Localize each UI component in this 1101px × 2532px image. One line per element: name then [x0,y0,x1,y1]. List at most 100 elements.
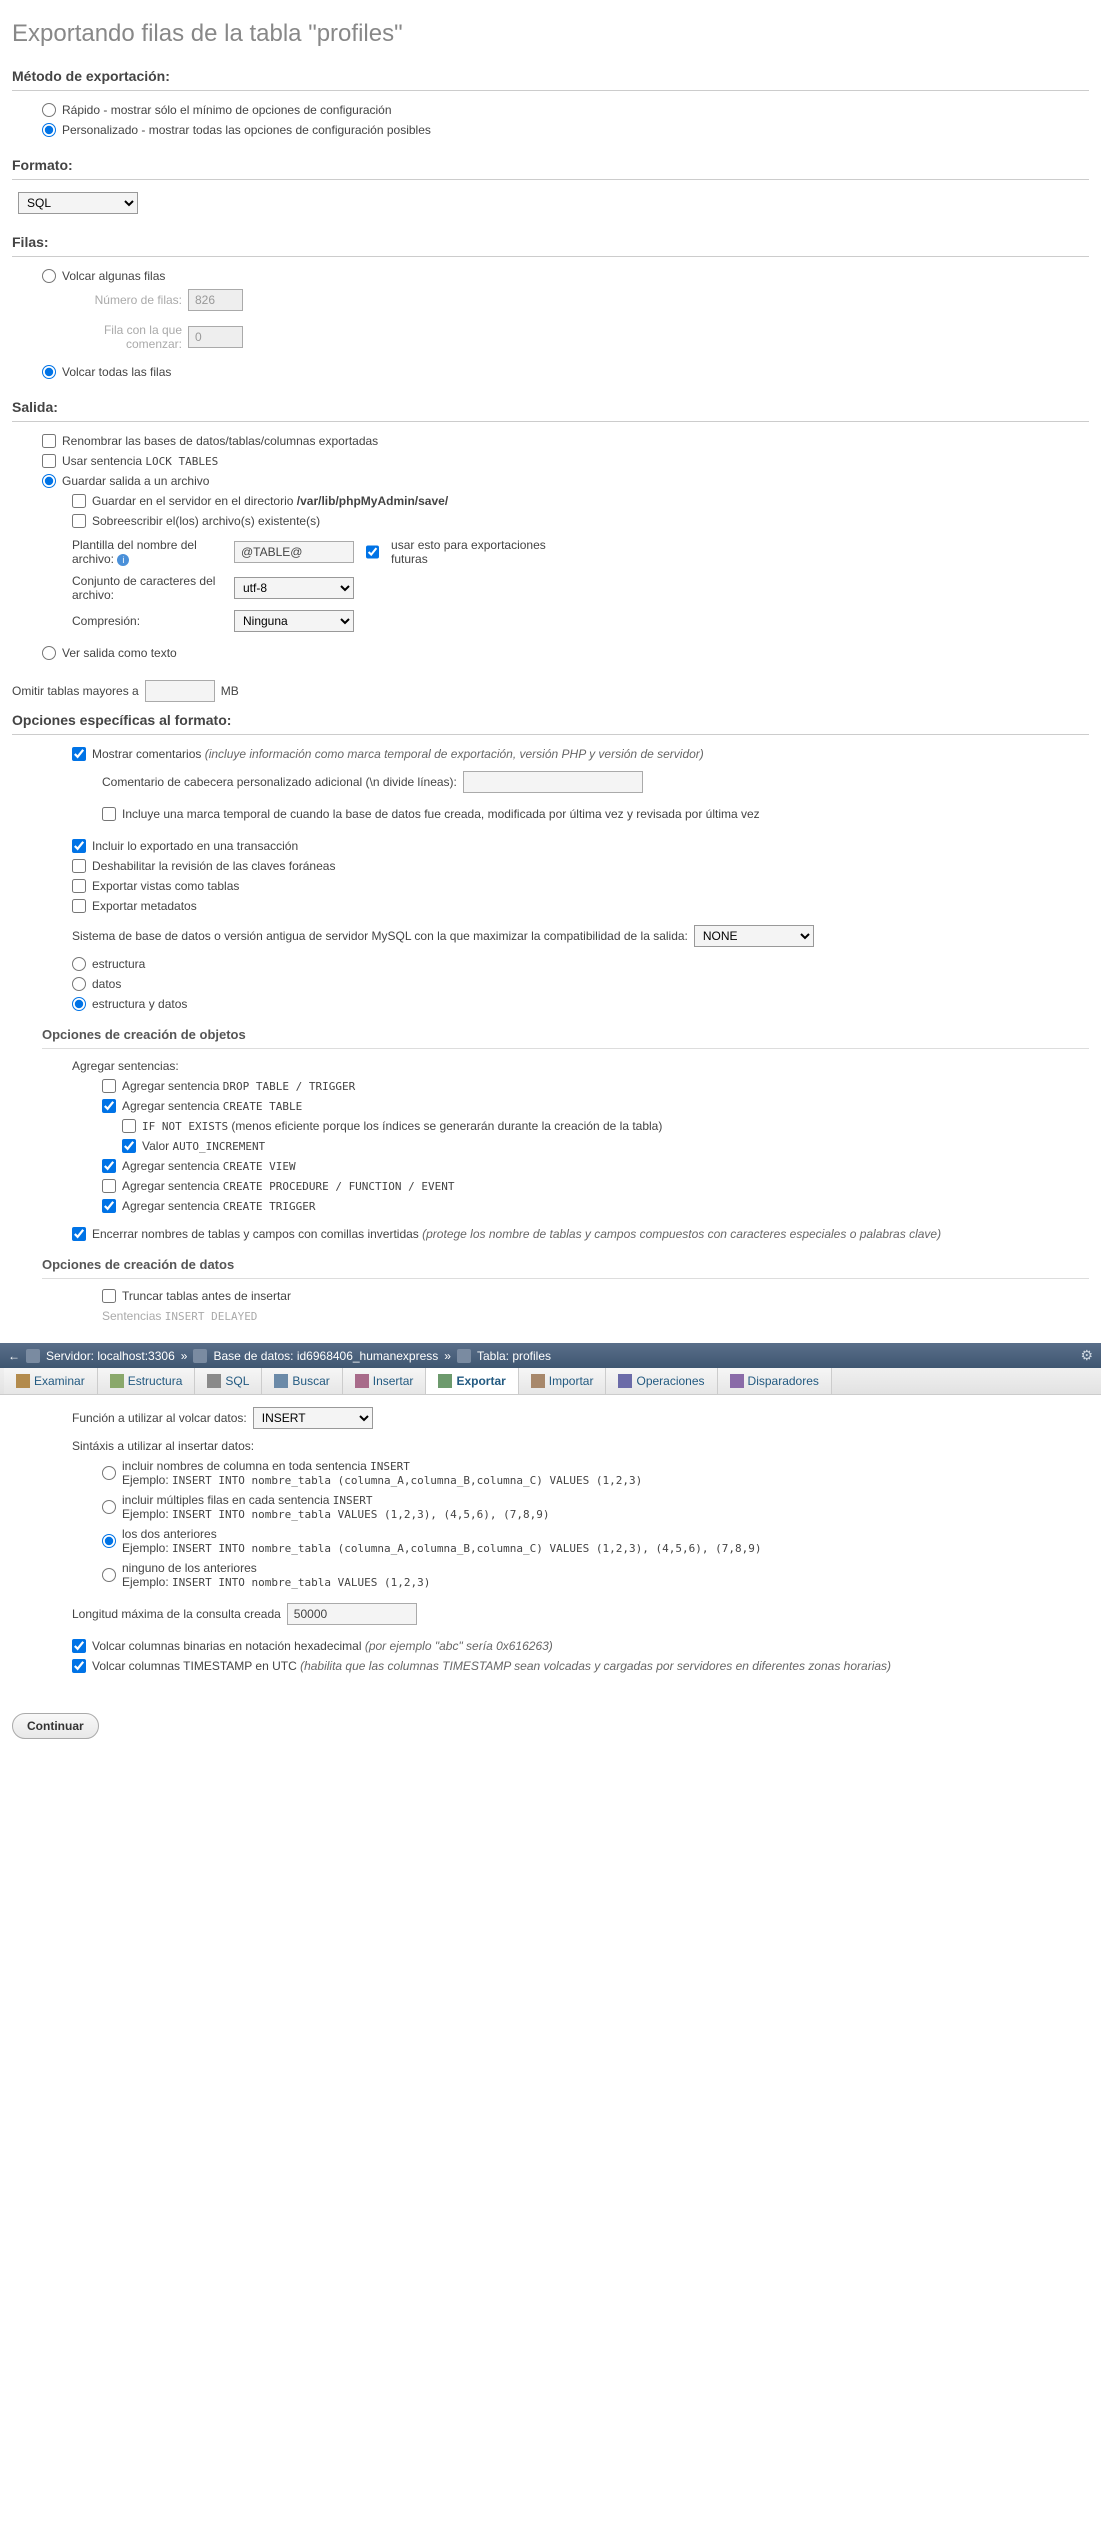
oc-ifne-checkbox[interactable] [122,1119,136,1133]
output-charset-select[interactable]: utf-8 [234,577,354,599]
output-template-input[interactable] [234,541,354,563]
output-usefuture-checkbox[interactable] [366,545,379,559]
tab-insert[interactable]: Insertar [343,1368,427,1394]
output-charset-label: Conjunto de caracteres del archivo: [72,574,222,602]
do-opt4-example: Ejemplo: INSERT INTO nombre_tabla VALUES… [122,1575,430,1589]
fo-timestamp-label: Incluye una marca temporal de cuando la … [122,807,760,821]
fo-struct-radio[interactable] [72,957,86,971]
fo-compat-select[interactable]: NONE [694,925,814,947]
tab-export[interactable]: Exportar [426,1368,518,1394]
do-opt1-label: incluir nombres de columna en toda sente… [122,1459,642,1473]
method-quick-radio[interactable] [42,103,56,117]
output-header: Salida: [12,399,1089,422]
fo-both-label: estructura y datos [92,997,187,1011]
do-opt1-radio[interactable] [102,1466,116,1480]
output-file-radio[interactable] [42,474,56,488]
oc-view-label: Agregar sentencia CREATE VIEW [122,1159,296,1173]
breadcrumb: ← Servidor: localhost:3306 » Base de dat… [0,1343,1101,1368]
do-opt2-radio[interactable] [102,1500,116,1514]
oc-view-checkbox[interactable] [102,1159,116,1173]
rows-num-input[interactable] [188,289,243,311]
oc-autoinc-checkbox[interactable] [122,1139,136,1153]
tab-sql[interactable]: SQL [195,1368,262,1394]
skip-tables-unit: MB [221,684,239,698]
output-text-radio[interactable] [42,646,56,660]
output-lock-checkbox[interactable] [42,454,56,468]
do-maxlen-label: Longitud máxima de la consulta creada [72,1607,281,1621]
do-tsutc-checkbox[interactable] [72,1659,86,1673]
fo-comments-checkbox[interactable] [72,747,86,761]
fo-metadata-label: Exportar metadatos [92,899,197,913]
fo-comments-label: Mostrar comentarios (incluye información… [92,747,704,761]
fo-metadata-checkbox[interactable] [72,899,86,913]
oc-backquote-checkbox[interactable] [72,1227,86,1241]
output-compression-label: Compresión: [72,614,222,628]
oc-addstmt-label: Agregar sentencias: [72,1059,179,1073]
structure-icon [110,1374,124,1388]
output-rename-checkbox[interactable] [42,434,56,448]
fo-struct-label: estructura [92,957,145,971]
tab-browse[interactable]: Examinar [4,1368,98,1394]
tab-structure[interactable]: Estructura [98,1368,196,1394]
rows-start-input[interactable] [188,326,243,348]
dc-truncate-checkbox[interactable] [102,1289,116,1303]
fo-views-checkbox[interactable] [72,879,86,893]
fo-headercomment-input[interactable] [463,771,643,793]
info-icon[interactable]: i [117,554,129,566]
output-compression-select[interactable]: Ninguna [234,610,354,632]
fo-fk-checkbox[interactable] [72,859,86,873]
tab-operations[interactable]: Operaciones [606,1368,717,1394]
output-savedir-checkbox[interactable] [72,494,86,508]
oc-create-checkbox[interactable] [102,1099,116,1113]
fo-transaction-checkbox[interactable] [72,839,86,853]
breadcrumb-table[interactable]: Tabla: profiles [477,1349,551,1363]
breadcrumb-db[interactable]: Base de datos: id6968406_humanexpress [213,1349,438,1363]
formatopts-header: Opciones específicas al formato: [12,712,1089,735]
output-overwrite-checkbox[interactable] [72,514,86,528]
insert-icon [355,1374,369,1388]
tab-import[interactable]: Importar [519,1368,607,1394]
rows-header: Filas: [12,234,1089,257]
output-text-label: Ver salida como texto [62,646,177,660]
do-binhex-label: Volcar columnas binarias en notación hex… [92,1639,553,1653]
do-opt3-radio[interactable] [102,1534,116,1548]
rows-some-radio[interactable] [42,269,56,283]
fo-compat-label: Sistema de base de datos o versión antig… [72,929,688,943]
gear-icon[interactable]: ⚙ [1080,1347,1093,1364]
fo-both-radio[interactable] [72,997,86,1011]
do-opt2-label: incluir múltiples filas en cada sentenci… [122,1493,550,1507]
fo-data-radio[interactable] [72,977,86,991]
import-icon [531,1374,545,1388]
rows-some-label: Volcar algunas filas [62,269,165,283]
fo-timestamp-checkbox[interactable] [102,807,116,821]
rows-num-label: Número de filas: [72,293,182,307]
method-header: Método de exportación: [12,68,1089,91]
skip-tables-input[interactable] [145,680,215,702]
breadcrumb-server[interactable]: Servidor: localhost:3306 [46,1349,175,1363]
do-func-select[interactable]: INSERT [253,1407,373,1429]
tab-triggers[interactable]: Disparadores [718,1368,832,1394]
continue-button[interactable]: Continuar [12,1713,99,1739]
do-opt4-radio[interactable] [102,1568,116,1582]
back-arrow[interactable]: ← [8,1349,20,1363]
rows-start-label: Fila con la que comenzar: [72,323,182,351]
oc-trig-checkbox[interactable] [102,1199,116,1213]
do-binhex-checkbox[interactable] [72,1639,86,1653]
do-maxlen-input[interactable] [287,1603,417,1625]
do-opt3-example: Ejemplo: INSERT INTO nombre_tabla (colum… [122,1541,761,1555]
oc-backquote-label: Encerrar nombres de tablas y campos con … [92,1227,941,1241]
oc-drop-label: Agregar sentencia DROP TABLE / TRIGGER [122,1079,355,1093]
rows-all-radio[interactable] [42,365,56,379]
table-icon [457,1349,471,1363]
oc-proc-checkbox[interactable] [102,1179,116,1193]
skip-tables-label: Omitir tablas mayores a [12,684,139,698]
oc-drop-checkbox[interactable] [102,1079,116,1093]
do-opt3-label: los dos anteriores [122,1527,761,1541]
database-icon [193,1349,207,1363]
do-opt4-label: ninguno de los anteriores [122,1561,430,1575]
format-select[interactable]: SQL [18,192,138,214]
output-overwrite-label: Sobreescribir el(los) archivo(s) existen… [92,514,320,528]
method-custom-radio[interactable] [42,123,56,137]
browse-icon [16,1374,30,1388]
tab-search[interactable]: Buscar [262,1368,342,1394]
